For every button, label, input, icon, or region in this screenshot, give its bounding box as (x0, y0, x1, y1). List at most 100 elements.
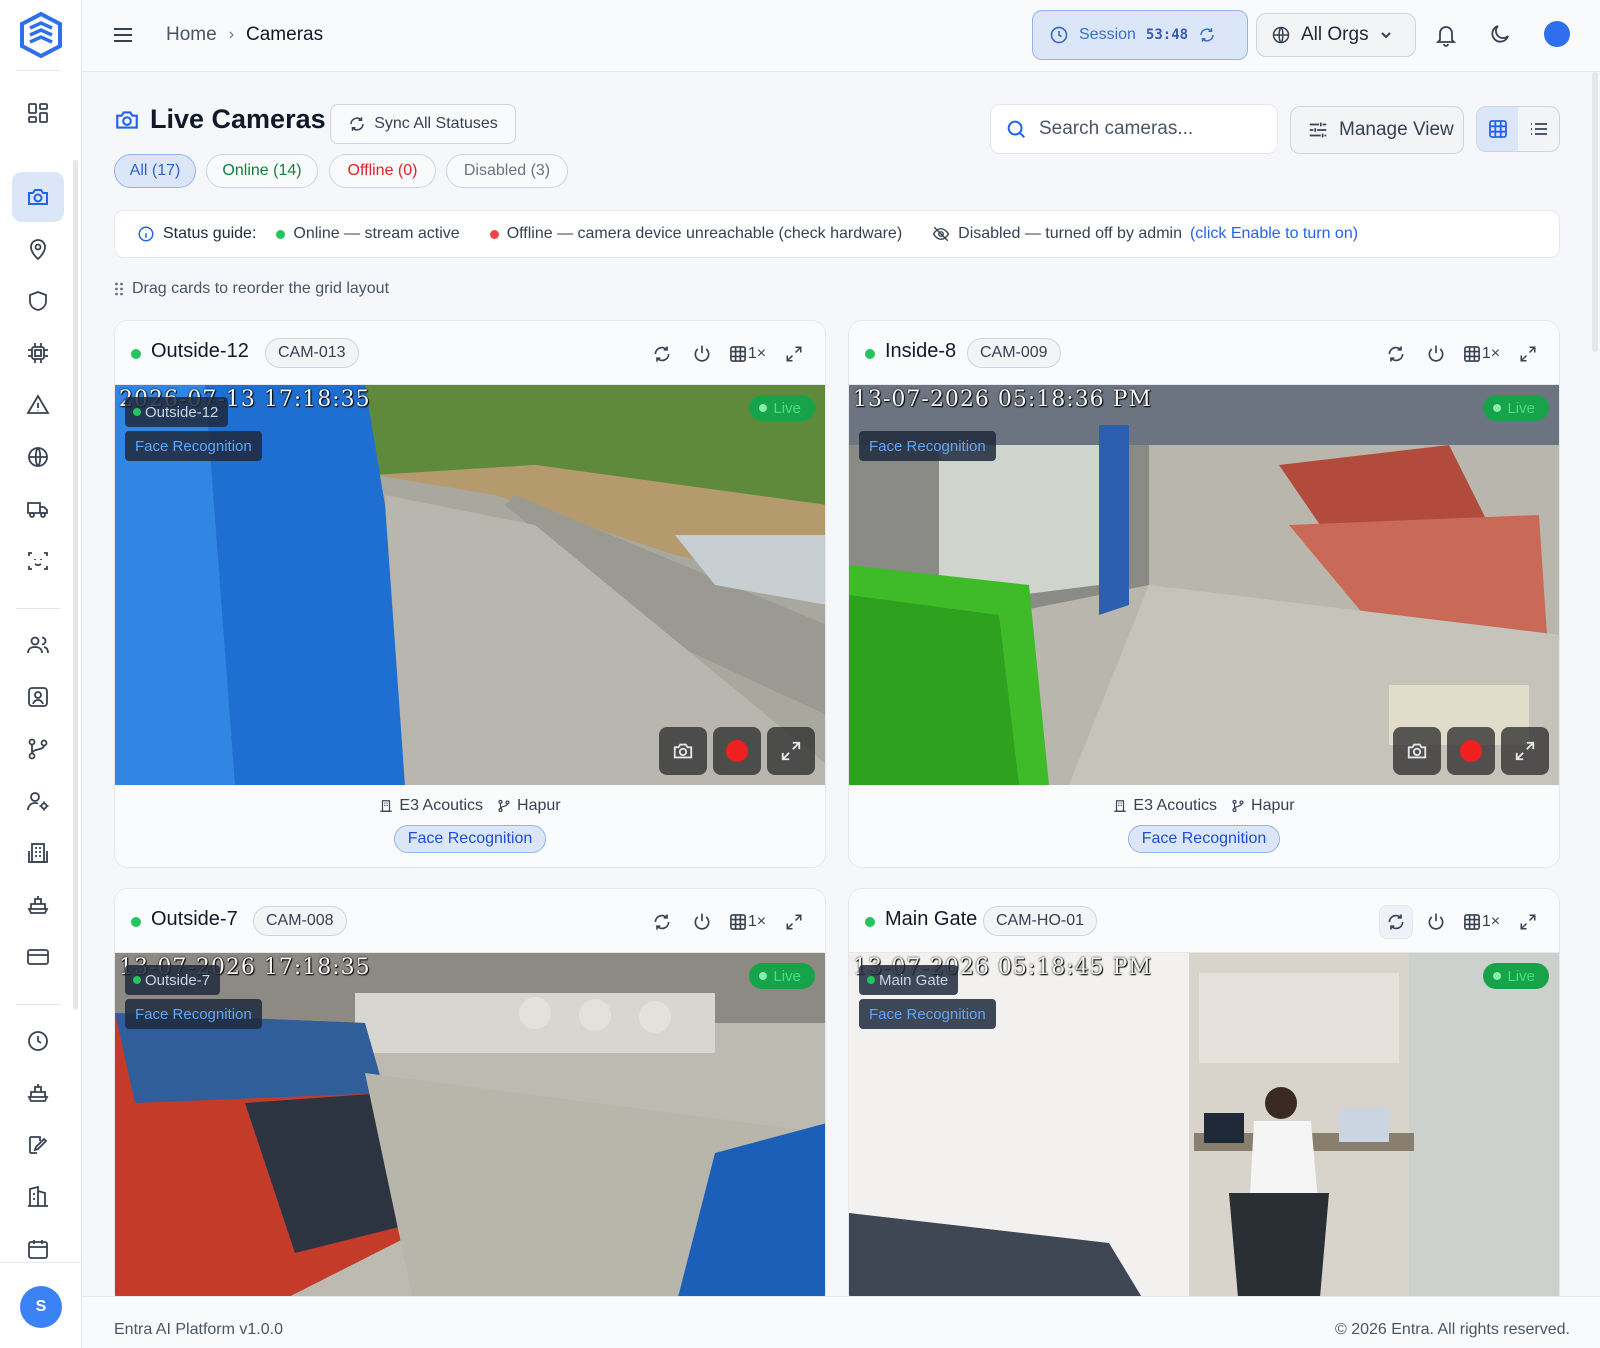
globe-icon (28, 447, 48, 467)
sidebar-item-network[interactable] (12, 432, 64, 482)
sidebar-item-contacts[interactable] (12, 672, 64, 722)
status-guide-enable-link[interactable]: (click Enable to turn on) (1190, 225, 1358, 243)
power-button[interactable] (1419, 905, 1453, 939)
sidebar-item-locations[interactable] (12, 224, 64, 274)
camera-card[interactable]: Main Gate CAM-HO-01 1× 13-07-2026 05:18:… (848, 888, 1560, 1308)
camera-card[interactable]: Outside-7 CAM-008 1× 13-07-2026 17:18:35… (114, 888, 826, 1308)
refresh-stream-button[interactable] (1379, 905, 1413, 939)
drag-handle-icon (115, 282, 123, 296)
camera-feed[interactable]: 2026-07-13 17:18:35 Outside-12 Face Reco… (115, 385, 825, 785)
clock-icon (28, 1031, 48, 1051)
branch-icon (1232, 799, 1244, 813)
fullscreen-button[interactable] (1501, 727, 1549, 775)
grid-size-button[interactable]: 1× (725, 337, 771, 371)
sidebar-item-billing[interactable] (12, 932, 64, 982)
refresh-stream-button[interactable] (645, 905, 679, 939)
user-avatar[interactable]: S (20, 1286, 62, 1328)
session-timer[interactable]: Session 53:48 (1032, 10, 1248, 60)
power-button[interactable] (685, 905, 719, 939)
snapshot-button[interactable] (1393, 727, 1441, 775)
filter-disabled[interactable]: Disabled (3) (446, 154, 568, 188)
search-input[interactable] (1039, 118, 1259, 140)
sidebar-item-face-scan[interactable] (12, 536, 64, 586)
snapshot-button[interactable] (659, 727, 707, 775)
camera-branch: Hapur (1231, 797, 1295, 815)
session-label: Session (1079, 26, 1136, 43)
sidebar-item-buildings[interactable] (12, 828, 64, 878)
camera-icon (1407, 743, 1427, 759)
notifications-bell-icon[interactable] (1434, 22, 1458, 48)
building-icon (28, 843, 48, 863)
camera-org: E3 Acoutics (1113, 797, 1217, 815)
feed-controls (1393, 727, 1549, 775)
power-button[interactable] (1419, 337, 1453, 371)
camera-card[interactable]: Outside-12 CAM-013 1× 2026-07-13 17:18:3… (114, 320, 826, 868)
list-icon (1530, 123, 1547, 135)
theme-toggle-moon-icon[interactable] (1488, 22, 1512, 46)
grid-size-button[interactable]: 1× (1459, 905, 1505, 939)
profile-avatar[interactable] (1544, 21, 1570, 47)
filter-online[interactable]: Online (14) (206, 154, 318, 188)
live-badge: Live (749, 963, 815, 989)
refresh-stream-button[interactable] (645, 337, 679, 371)
sidebar-scrollbar[interactable] (73, 160, 78, 1010)
filter-all[interactable]: All (17) (114, 154, 196, 188)
sidebar-item-dashboard[interactable] (12, 88, 64, 138)
feed-camera-name: Main Gate (859, 965, 959, 995)
refresh-stream-button[interactable] (1379, 337, 1413, 371)
camera-branch-label: Hapur (1251, 797, 1295, 814)
expand-button[interactable] (1511, 905, 1545, 939)
sidebar-item-branches[interactable] (12, 724, 64, 774)
sidebar-item-calendar[interactable] (12, 1224, 64, 1274)
status-dot (131, 349, 141, 359)
sidebar-item-user-settings[interactable] (12, 776, 64, 826)
sidebar-item-shipments[interactable] (12, 880, 64, 930)
clock-icon (1050, 26, 1068, 44)
sidebar-item-security[interactable] (12, 276, 64, 326)
sidebar-item-library[interactable] (12, 1172, 64, 1222)
record-button[interactable] (1447, 727, 1495, 775)
sidebar: S (0, 0, 82, 1348)
sidebar-item-logistics[interactable] (12, 1068, 64, 1118)
grid-size-button[interactable]: 1× (1459, 337, 1505, 371)
view-toggle (1476, 106, 1560, 152)
sync-all-statuses-button[interactable]: Sync All Statuses (330, 104, 516, 144)
sidebar-item-alerts[interactable] (12, 380, 64, 430)
record-button[interactable] (713, 727, 761, 775)
live-badge: Live (749, 395, 815, 421)
footer-version: Entra AI Platform v1.0.0 (114, 1321, 283, 1338)
camera-feed[interactable]: 13-07-2026 05:18:36 PM Face Recognition … (849, 385, 1559, 785)
camera-card-footer: E3 Acoutics Hapur Face Recognition (849, 785, 1559, 867)
expand-button[interactable] (777, 905, 811, 939)
feed-analytics-tag: Face Recognition (125, 431, 262, 461)
manage-view-label: Manage View (1339, 119, 1454, 140)
sidebar-item-cameras[interactable] (12, 172, 64, 222)
sidebar-item-users[interactable] (12, 620, 64, 670)
sidebar-item-history[interactable] (12, 1016, 64, 1066)
app-logo[interactable] (18, 12, 64, 58)
dashboard-icon (28, 103, 48, 123)
expand-button[interactable] (1511, 337, 1545, 371)
camera-feed[interactable]: 13-07-2026 05:18:45 PM Main Gate Face Re… (849, 953, 1559, 1307)
filter-offline[interactable]: Offline (0) (329, 154, 436, 188)
camera-feed[interactable]: 13-07-2026 17:18:35 Outside-7 Face Recog… (115, 953, 825, 1307)
eye-off-icon (932, 226, 950, 242)
fullscreen-button[interactable] (767, 727, 815, 775)
main-scrollbar[interactable] (1592, 72, 1598, 352)
expand-button[interactable] (777, 337, 811, 371)
menu-toggle-icon[interactable] (112, 24, 134, 46)
breadcrumb-home[interactable]: Home (166, 24, 217, 46)
refresh-icon[interactable] (1198, 26, 1216, 44)
list-view-button[interactable] (1518, 107, 1559, 151)
manage-view-button[interactable]: Manage View (1290, 106, 1464, 154)
sidebar-item-reports[interactable] (12, 1120, 64, 1170)
camera-card[interactable]: Inside-8 CAM-009 1× 13-07-2026 05:18:36 … (848, 320, 1560, 868)
grid-view-button[interactable] (1477, 107, 1518, 151)
sidebar-item-vehicles[interactable] (12, 484, 64, 534)
sidebar-item-devices[interactable] (12, 328, 64, 378)
expand-icon (786, 914, 802, 930)
org-selector[interactable]: All Orgs (1256, 13, 1416, 57)
expand-icon (786, 346, 802, 362)
power-button[interactable] (685, 337, 719, 371)
grid-size-button[interactable]: 1× (725, 905, 771, 939)
